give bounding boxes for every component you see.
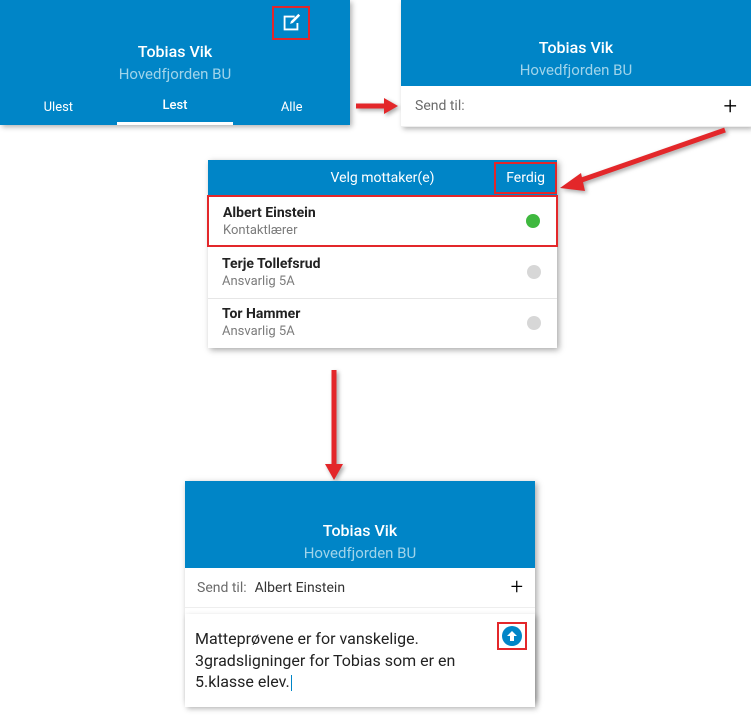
contact-row[interactable]: Tor Hammer Ansvarlig 5A: [208, 299, 557, 346]
send-to-row[interactable]: Send til: Albert Einstein +: [185, 568, 535, 608]
recipient-picker-screen: Velg mottaker(e) Ferdig Albert Einstein …: [208, 160, 557, 348]
add-recipient-icon[interactable]: +: [723, 92, 737, 120]
tab-unread[interactable]: Ulest: [0, 89, 117, 125]
student-name: Tobias Vik: [401, 38, 751, 57]
inbox-tabs: Ulest Lest Alle: [0, 89, 350, 125]
new-message-header: Tobias Vik Hovedfjorden BU: [401, 0, 751, 86]
contact-row[interactable]: Albert Einstein Kontaktlærer: [207, 195, 558, 247]
compose-message-screen: Tobias Vik Hovedfjorden BU Send til: Alb…: [185, 481, 535, 701]
add-recipient-icon[interactable]: +: [511, 575, 523, 600]
tab-all[interactable]: Alle: [233, 89, 350, 125]
compose-button[interactable]: [272, 6, 310, 40]
contact-name: Albert Einstein: [223, 205, 542, 221]
send-button-circle: [502, 626, 522, 646]
inbox-screen: Tobias Vik Hovedfjorden BU Ulest Lest Al…: [0, 0, 350, 125]
message-text: Matteprøvene er for vanskelige. 3gradsli…: [195, 629, 455, 691]
compose-icon: [280, 12, 302, 34]
contact-name: Terje Tollefsrud: [222, 256, 543, 272]
recipient-name: Albert Einstein: [255, 580, 345, 596]
arrow-diagonal-icon: [555, 125, 735, 195]
send-to-row[interactable]: Send til: +: [401, 86, 751, 127]
contact-name: Tor Hammer: [222, 306, 543, 322]
arrow-down-icon: [322, 370, 346, 480]
school-name: Hovedfjorden BU: [401, 61, 751, 79]
text-cursor: [291, 675, 292, 691]
done-button[interactable]: Ferdig: [494, 162, 557, 194]
send-to-label: Send til:: [415, 98, 465, 114]
picker-header: Velg mottaker(e) Ferdig: [208, 160, 557, 196]
school-name: Hovedfjorden BU: [0, 65, 350, 83]
new-message-screen: Tobias Vik Hovedfjorden BU Send til: +: [401, 0, 751, 127]
arrow-up-icon: [506, 630, 518, 642]
unselected-indicator-icon: [527, 265, 541, 279]
tab-read[interactable]: Lest: [117, 89, 234, 125]
student-name: Tobias Vik: [185, 521, 535, 540]
send-button[interactable]: [497, 622, 527, 650]
arrow-right-icon: [356, 96, 398, 116]
contact-role: Kontaktlærer: [223, 223, 542, 238]
unselected-indicator-icon: [527, 316, 541, 330]
contact-role: Ansvarlig 5A: [222, 324, 543, 339]
selected-indicator-icon: [526, 214, 540, 228]
send-to-label: Send til:: [197, 580, 247, 596]
compose-header: Tobias Vik Hovedfjorden BU: [185, 481, 535, 568]
contact-role: Ansvarlig 5A: [222, 274, 543, 289]
message-input[interactable]: Matteprøvene er for vanskelige. 3gradsli…: [185, 614, 535, 707]
contact-row[interactable]: Terje Tollefsrud Ansvarlig 5A: [208, 246, 557, 299]
school-name: Hovedfjorden BU: [185, 544, 535, 562]
